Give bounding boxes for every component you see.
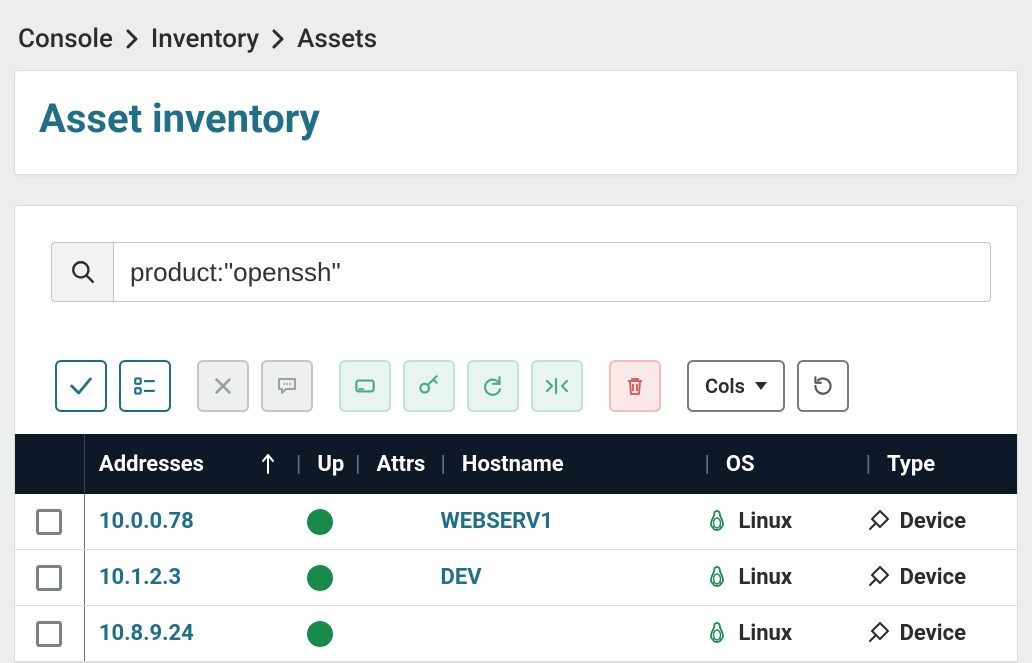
header-attrs-label: Attrs bbox=[377, 452, 426, 477]
comment-button[interactable] bbox=[261, 360, 313, 412]
header-type[interactable]: |Type bbox=[866, 452, 1017, 477]
search-icon bbox=[70, 259, 96, 285]
search-input[interactable] bbox=[113, 242, 991, 302]
tag-icon bbox=[352, 373, 378, 399]
caret-down-icon bbox=[755, 382, 767, 390]
page-title-card: Asset inventory bbox=[14, 70, 1018, 175]
table-row: 10.1.2.3 DEV Linux Device bbox=[15, 550, 1017, 606]
key-icon bbox=[416, 373, 442, 399]
device-icon bbox=[866, 509, 890, 535]
header-checkbox-col bbox=[15, 434, 85, 494]
status-up-icon bbox=[307, 621, 333, 647]
header-os-label: OS bbox=[726, 452, 755, 477]
asset-table: Addresses |Up |Attrs |Hostname |OS |Type… bbox=[15, 434, 1017, 662]
search-button[interactable] bbox=[51, 242, 113, 302]
columns-button-label: Cols bbox=[705, 374, 745, 398]
close-button[interactable] bbox=[197, 360, 249, 412]
check-icon bbox=[67, 372, 95, 400]
trash-icon bbox=[623, 374, 647, 398]
header-attrs[interactable]: |Attrs bbox=[355, 452, 440, 477]
list-config-button[interactable] bbox=[119, 360, 171, 412]
breadcrumb-item-inventory[interactable]: Inventory bbox=[151, 24, 259, 54]
row-checkbox[interactable] bbox=[36, 565, 62, 591]
rescan-button[interactable] bbox=[467, 360, 519, 412]
header-hostname[interactable]: |Hostname bbox=[441, 452, 705, 477]
linux-icon bbox=[705, 565, 729, 591]
asset-address-link[interactable]: 10.0.0.78 bbox=[99, 509, 194, 534]
credentials-button[interactable] bbox=[403, 360, 455, 412]
table-header: Addresses |Up |Attrs |Hostname |OS |Type bbox=[15, 434, 1017, 494]
type-label: Device bbox=[900, 621, 966, 646]
toolbar: Cols bbox=[55, 360, 991, 412]
os-label: Linux bbox=[739, 509, 793, 534]
select-button[interactable] bbox=[55, 360, 107, 412]
comment-icon bbox=[275, 374, 299, 398]
asset-address-link[interactable]: 10.8.9.24 bbox=[99, 621, 194, 646]
breadcrumb: Console Inventory Assets bbox=[0, 0, 1032, 70]
breadcrumb-item-assets[interactable]: Assets bbox=[297, 24, 377, 54]
breadcrumb-item-console[interactable]: Console bbox=[18, 24, 113, 54]
linux-icon bbox=[705, 509, 729, 535]
merge-icon bbox=[543, 373, 571, 399]
close-icon bbox=[212, 375, 234, 397]
asset-hostname-link[interactable]: DEV bbox=[441, 565, 482, 590]
status-up-icon bbox=[307, 509, 333, 535]
header-os[interactable]: |OS bbox=[705, 452, 866, 477]
header-type-label: Type bbox=[887, 452, 935, 477]
header-addresses[interactable]: Addresses bbox=[85, 452, 285, 477]
inventory-panel: Cols Addresses |Up |Attrs |Hostname |OS … bbox=[14, 205, 1018, 663]
list-icon bbox=[132, 373, 158, 399]
page-title: Asset inventory bbox=[39, 95, 993, 142]
reload-button[interactable] bbox=[797, 360, 849, 412]
row-checkbox[interactable] bbox=[36, 509, 62, 535]
asset-hostname-link[interactable]: WEBSERV1 bbox=[441, 509, 553, 534]
table-row: 10.0.0.78 WEBSERV1 Linux Device bbox=[15, 494, 1017, 550]
chevron-right-icon bbox=[271, 29, 285, 49]
row-checkbox[interactable] bbox=[36, 621, 62, 647]
reload-icon bbox=[810, 373, 836, 399]
os-label: Linux bbox=[739, 621, 793, 646]
device-icon bbox=[866, 621, 890, 647]
sort-asc-icon bbox=[261, 453, 275, 475]
device-icon bbox=[866, 565, 890, 591]
columns-button[interactable]: Cols bbox=[687, 360, 785, 412]
header-addresses-label: Addresses bbox=[99, 452, 204, 477]
type-label: Device bbox=[900, 565, 966, 590]
header-hostname-label: Hostname bbox=[462, 452, 564, 477]
header-up-label: Up bbox=[317, 452, 344, 477]
linux-icon bbox=[705, 621, 729, 647]
status-up-icon bbox=[307, 565, 333, 591]
merge-button[interactable] bbox=[531, 360, 583, 412]
tag-button[interactable] bbox=[339, 360, 391, 412]
asset-address-link[interactable]: 10.1.2.3 bbox=[99, 565, 181, 590]
type-label: Device bbox=[900, 509, 966, 534]
delete-button[interactable] bbox=[609, 360, 661, 412]
search-row bbox=[51, 242, 991, 302]
rescan-icon bbox=[480, 373, 506, 399]
header-up[interactable]: |Up bbox=[285, 452, 355, 477]
table-row: 10.8.9.24 Linux Device bbox=[15, 606, 1017, 662]
chevron-right-icon bbox=[125, 29, 139, 49]
os-label: Linux bbox=[739, 565, 793, 590]
